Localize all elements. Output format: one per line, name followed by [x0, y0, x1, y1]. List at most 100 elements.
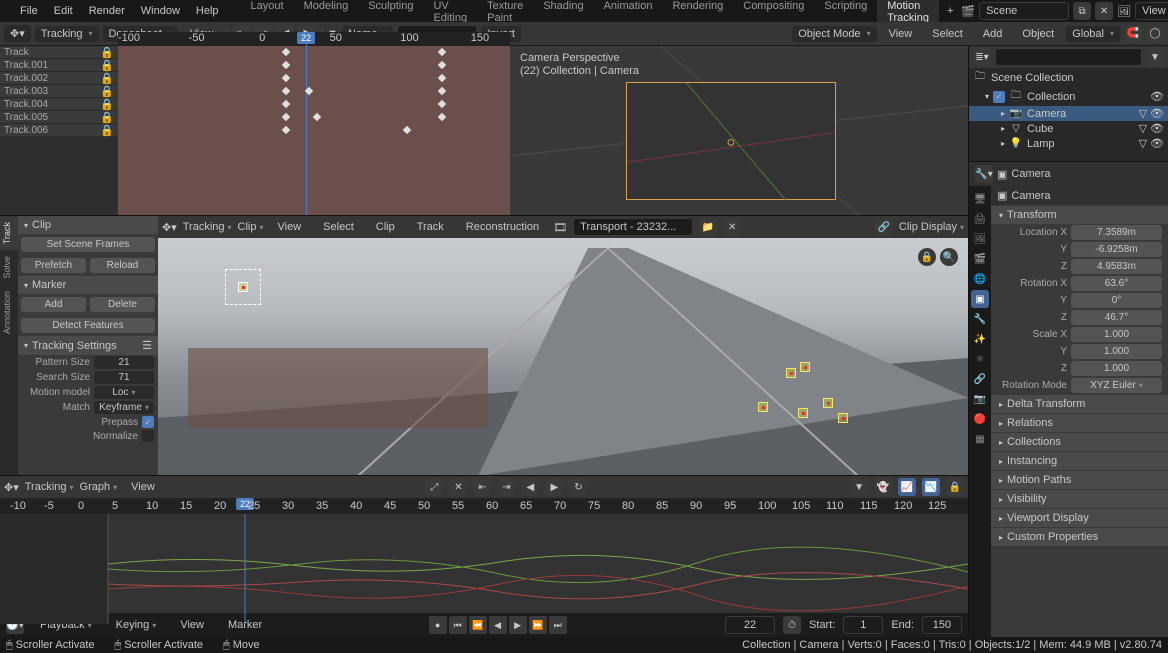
- clip-zoom-icon[interactable]: 🔍: [940, 248, 958, 266]
- props-editor-icon[interactable]: 🔧▾: [975, 165, 993, 183]
- tab-output-icon[interactable]: 🖨: [971, 210, 989, 228]
- keyframe-area[interactable]: -100-50050100150 22: [118, 46, 510, 215]
- clip-tracking-mode[interactable]: Tracking: [183, 221, 232, 233]
- search-size-input[interactable]: 71: [94, 371, 154, 384]
- section-custom-properties[interactable]: Custom Properties: [991, 528, 1168, 546]
- snap-icon[interactable]: 🧲: [1124, 25, 1142, 43]
- channel-row[interactable]: Track.001🔒: [0, 59, 118, 72]
- clip-lock-icon[interactable]: 🔒: [918, 248, 936, 266]
- orientation-select[interactable]: Global: [1066, 26, 1120, 42]
- graph-tool-icon[interactable]: ▶: [545, 478, 563, 496]
- graph-tool-icon[interactable]: ↻: [569, 478, 587, 496]
- scene-new-button[interactable]: ⧉: [1073, 2, 1091, 20]
- tree-item-cube[interactable]: ▸▽Cube▽👁: [969, 121, 1168, 136]
- graph-canvas[interactable]: [0, 514, 968, 613]
- motion-model-select[interactable]: Loc: [94, 386, 154, 399]
- clip-select-menu[interactable]: Select: [315, 218, 362, 236]
- pattern-size-input[interactable]: 21: [94, 356, 154, 369]
- outliner-search[interactable]: [995, 48, 1142, 66]
- delete-marker-button[interactable]: Delete: [90, 297, 155, 312]
- clip-cursor-tool[interactable]: ✥▾: [162, 221, 177, 234]
- vp-add-menu[interactable]: Add: [975, 25, 1011, 43]
- vp-object-menu[interactable]: Object: [1014, 25, 1062, 43]
- loc-z-input[interactable]: 4.9583m: [1071, 259, 1162, 274]
- rotation-mode-select[interactable]: XYZ Euler: [1071, 378, 1162, 393]
- proportional-icon[interactable]: ◯: [1146, 25, 1164, 43]
- scene-field[interactable]: Scene: [979, 2, 1069, 20]
- tree-scene-collection[interactable]: 🗀 Scene Collection: [969, 68, 1168, 87]
- graph-tool-icon[interactable]: ⇤: [473, 478, 491, 496]
- track-marker[interactable]: [758, 402, 768, 412]
- tree-item-camera[interactable]: ▸📷Camera▽👁: [969, 106, 1168, 121]
- add-workspace-button[interactable]: +: [939, 2, 961, 20]
- graph-ruler[interactable]: 22 -10-505101520253035404550556065707580…: [0, 498, 968, 514]
- channel-row[interactable]: Track.002🔒: [0, 72, 118, 85]
- transform-header[interactable]: Transform: [991, 206, 1168, 224]
- loc-x-input[interactable]: 7.3589m: [1071, 225, 1162, 240]
- scale-z-input[interactable]: 1.000: [1071, 361, 1162, 376]
- scene-delete-button[interactable]: ✕: [1095, 2, 1113, 20]
- menu-window[interactable]: Window: [133, 2, 188, 20]
- clip-track-menu[interactable]: Track: [409, 218, 452, 236]
- set-scene-frames-button[interactable]: Set Scene Frames: [21, 237, 155, 252]
- graph-lock-icon[interactable]: 🔒: [946, 478, 964, 496]
- track-marker[interactable]: [786, 368, 796, 378]
- detect-features-button[interactable]: Detect Features: [21, 318, 155, 333]
- tab-solve[interactable]: Solve: [0, 250, 18, 285]
- tab-world-icon[interactable]: 🌐: [971, 270, 989, 288]
- graph-view-menu[interactable]: View: [123, 478, 163, 496]
- tab-viewlayer-icon[interactable]: 🖼: [971, 230, 989, 248]
- channel-row[interactable]: Track.006🔒: [0, 124, 118, 137]
- section-visibility[interactable]: Visibility: [991, 490, 1168, 508]
- prefetch-button[interactable]: Prefetch: [21, 258, 86, 273]
- tab-annotation[interactable]: Annotation: [0, 285, 18, 340]
- loc-y-input[interactable]: -6.9258m: [1071, 242, 1162, 257]
- graph-tool-icon[interactable]: ✕: [449, 478, 467, 496]
- clip-section-header[interactable]: Clip: [18, 216, 158, 234]
- graph-tracking-mode[interactable]: Tracking: [25, 481, 74, 493]
- reload-button[interactable]: Reload: [90, 258, 155, 273]
- section-instancing[interactable]: Instancing: [991, 452, 1168, 470]
- tracking-settings-header[interactable]: Tracking Settings ☰: [18, 336, 158, 355]
- clip-display-select[interactable]: Clip Display: [899, 221, 964, 233]
- cursor-tool[interactable]: ✥▾: [4, 25, 31, 42]
- tab-scene-icon[interactable]: 🎬: [971, 250, 989, 268]
- channel-row[interactable]: Track🔒: [0, 46, 118, 59]
- graph-curve-icon[interactable]: 📈: [898, 478, 916, 496]
- eye-icon[interactable]: 👁: [1150, 90, 1164, 103]
- graph-cursor-tool[interactable]: ✥▾: [4, 481, 19, 494]
- menu-help[interactable]: Help: [188, 2, 227, 20]
- menu-render[interactable]: Render: [81, 2, 133, 20]
- object-mode-select[interactable]: Object Mode: [792, 26, 876, 42]
- rot-x-input[interactable]: 63.6°: [1071, 276, 1162, 291]
- prepass-checkbox[interactable]: ✓: [142, 416, 154, 428]
- vp-view-menu[interactable]: View: [881, 25, 921, 43]
- clip-browse-button[interactable]: 📁: [699, 218, 717, 236]
- section-motion-paths[interactable]: Motion Paths: [991, 471, 1168, 489]
- vp-select-menu[interactable]: Select: [924, 25, 971, 43]
- rot-z-input[interactable]: 46.7°: [1071, 310, 1162, 325]
- scale-y-input[interactable]: 1.000: [1071, 344, 1162, 359]
- section-viewport-display[interactable]: Viewport Display: [991, 509, 1168, 527]
- track-marker[interactable]: [800, 362, 810, 372]
- clip-editor[interactable]: ✥▾ Tracking Clip View Select Clip Track …: [158, 216, 968, 475]
- clip-editor-select[interactable]: Clip: [238, 221, 264, 233]
- outliner-mode-icon[interactable]: ≣▾: [973, 48, 991, 66]
- normalize-checkbox[interactable]: [142, 430, 154, 442]
- tracking-mode-select[interactable]: Tracking: [35, 26, 99, 42]
- match-select[interactable]: Keyframe: [94, 401, 154, 414]
- marker-section-header[interactable]: Marker: [18, 276, 158, 294]
- section-relations[interactable]: Relations: [991, 414, 1168, 432]
- clip-view-menu[interactable]: View: [270, 218, 310, 236]
- channel-row[interactable]: Track.004🔒: [0, 98, 118, 111]
- tab-texture-icon[interactable]: ▦: [971, 430, 989, 448]
- tree-collection[interactable]: ▾ ✓ 🗀 Collection 👁: [969, 87, 1168, 106]
- outliner-filter-icon[interactable]: ▼: [1146, 48, 1164, 66]
- graph-filter-icon[interactable]: ▼: [850, 478, 868, 496]
- graph-tool-icon[interactable]: ⤢: [425, 478, 443, 496]
- tab-data-icon[interactable]: 📷: [971, 390, 989, 408]
- graph-tool-icon[interactable]: ⇥: [497, 478, 515, 496]
- tab-particle-icon[interactable]: ✨: [971, 330, 989, 348]
- tab-modifier-icon[interactable]: 🔧: [971, 310, 989, 328]
- clip-name-field[interactable]: Transport - 23232...: [573, 218, 693, 236]
